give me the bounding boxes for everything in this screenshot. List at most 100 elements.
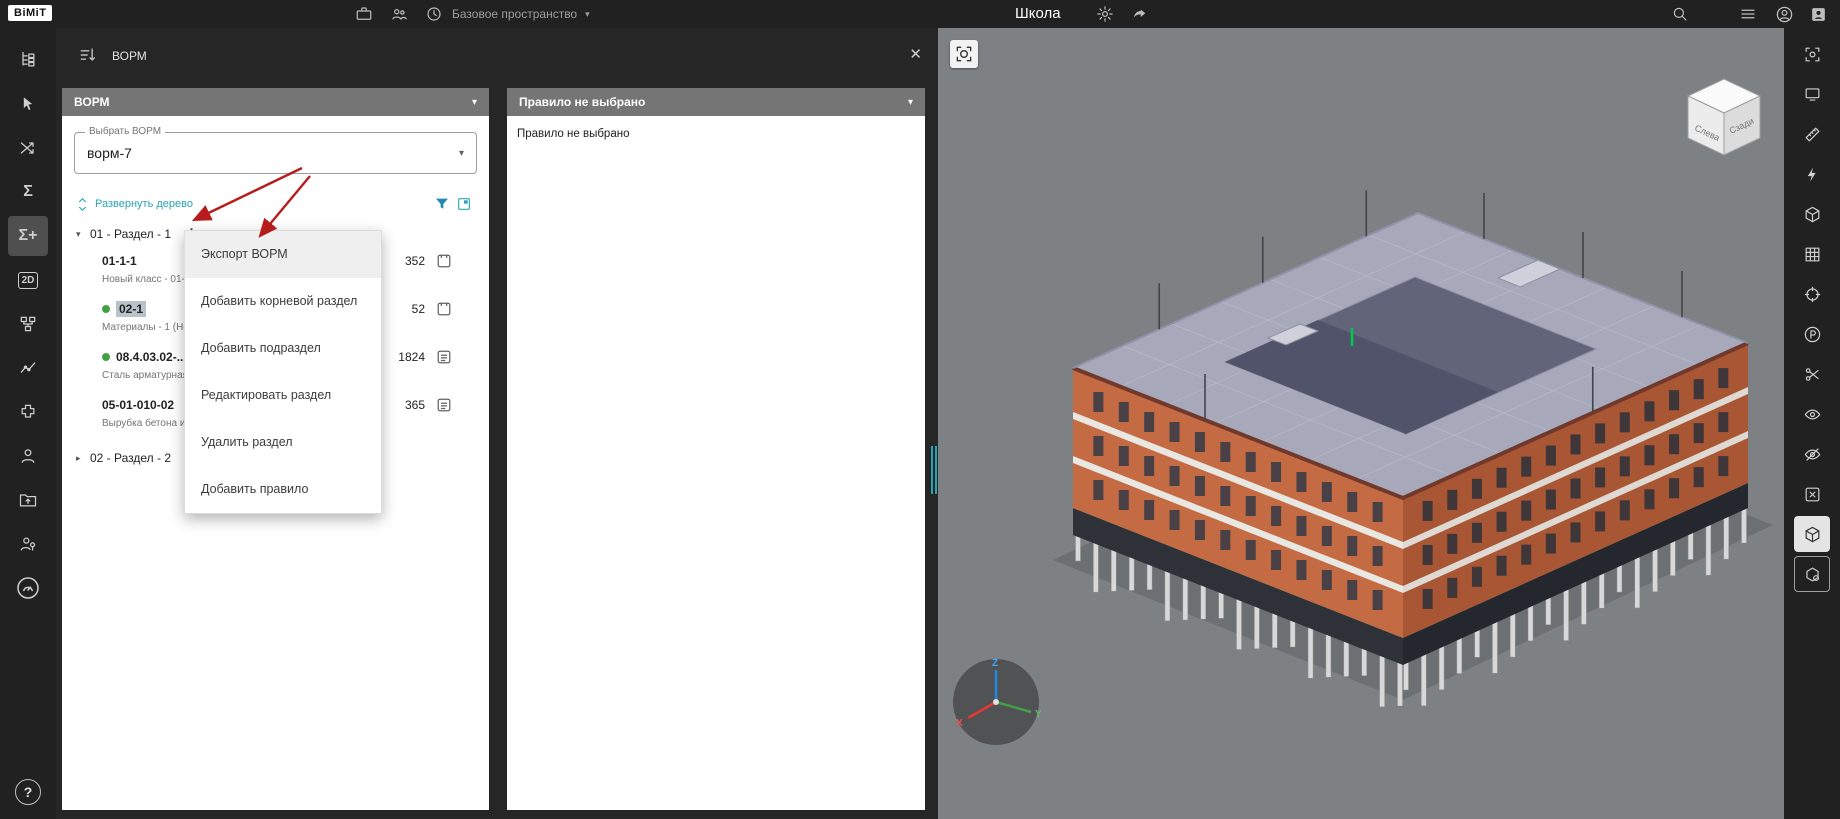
section-context-menu: Экспорт ВОРМ Добавить корневой раздел До… (184, 230, 382, 514)
menu-item-export-vorm[interactable]: Экспорт ВОРМ (185, 231, 381, 278)
menu-item-add-rule[interactable]: Добавить правило (185, 466, 381, 513)
menu-item-delete-section[interactable]: Удалить раздел (185, 419, 381, 466)
building-model[interactable] (938, 28, 1784, 819)
measure-tool[interactable] (1794, 116, 1830, 152)
2d-view-tool[interactable]: 2D (8, 260, 48, 300)
tree-root-label: 01 - Раздел - 1 (90, 227, 172, 241)
triangle-down-icon: ▾ (76, 228, 81, 239)
menu-list-icon[interactable] (1736, 4, 1760, 24)
panels-title: ВОРМ (112, 49, 147, 63)
item-code: 08.4.03.02-... (116, 350, 187, 364)
workspace-select[interactable]: Базовое пространство ▾ (452, 7, 590, 21)
vorm-panel-header[interactable]: ВОРМ ▾ (62, 88, 489, 116)
settings-gear-icon[interactable] (1093, 4, 1117, 24)
right-toolbar (1784, 28, 1840, 819)
rule-panel-message: Правило не выбрано (517, 128, 630, 140)
focus-mode-button[interactable] (950, 40, 978, 68)
menu-item-edit-section[interactable]: Редактировать раздел (185, 372, 381, 419)
expand-tree-label: Развернуть дерево (95, 198, 193, 210)
projects-icon[interactable] (352, 4, 376, 24)
panel-splitter-handle[interactable] (931, 446, 937, 494)
users-tool[interactable] (8, 436, 48, 476)
axis-z-label: Z (992, 658, 998, 669)
item-code: 01-1-1 (102, 254, 137, 268)
3d-viewport[interactable]: Слева Сзади Z X Y (938, 28, 1784, 819)
select-tool[interactable] (8, 84, 48, 124)
vorm-panel: ВОРМ ▾ Выбрать ВОРМ ворм-7 ▾ Развернуть … (62, 88, 489, 810)
filter-icon[interactable] (431, 194, 453, 214)
triangle-right-icon: ▸ (76, 452, 81, 463)
vorm-panel-title: ВОРМ (74, 95, 110, 109)
item-code: 05-01-010-02 (102, 398, 175, 412)
2d-icon: 2D (17, 271, 39, 289)
section-tool[interactable] (1794, 156, 1830, 192)
share-icon[interactable] (1128, 4, 1152, 24)
project-title: Школа (1015, 5, 1061, 22)
gauge-tool[interactable] (8, 568, 48, 608)
panels-header: ВОРМ ✕ (56, 28, 938, 88)
vorm-select[interactable]: Выбрать ВОРМ ворм-7 ▾ (74, 126, 477, 174)
structures-tool[interactable] (8, 304, 48, 344)
application-window: BiMiT Базовое пространство ▾ Школа Σ Σ+ … (0, 0, 1840, 819)
model-tree-tool[interactable] (8, 40, 48, 80)
plugins-tool[interactable] (8, 392, 48, 432)
chevron-down-icon: ▾ (471, 96, 477, 108)
panel-menu-icon[interactable] (78, 45, 98, 70)
vorm-select-value: ворм-7 (87, 145, 132, 161)
menu-item-add-root-section[interactable]: Добавить корневой раздел (185, 278, 381, 325)
parking-circle-tool[interactable] (1794, 316, 1830, 352)
hide-tool[interactable] (1794, 436, 1830, 472)
rule-panel-header[interactable]: Правило не выбрано ▾ (507, 88, 925, 116)
user-location-tool[interactable] (8, 524, 48, 564)
visibility-tool[interactable] (1794, 396, 1830, 432)
target-tool[interactable] (1794, 276, 1830, 312)
focus-frame-tool[interactable] (1794, 36, 1830, 72)
workspace-select-value: Базовое пространство (452, 7, 578, 21)
close-icon[interactable]: ✕ (909, 45, 922, 63)
team-icon[interactable] (387, 4, 411, 24)
export-folder-tool[interactable] (8, 480, 48, 520)
item-code: 02-1 (116, 301, 147, 317)
relations-tool[interactable] (8, 128, 48, 168)
model-settings-tool[interactable] (1794, 556, 1830, 592)
sum-plus-tool[interactable]: Σ+ (8, 216, 48, 256)
rule-panel-title: Правило не выбрано (519, 95, 646, 109)
charts-tool[interactable] (8, 348, 48, 388)
chevron-down-icon: ▾ (458, 147, 464, 159)
app-logo: BiMiT (8, 5, 53, 21)
tree-root-label: 02 - Раздел - 2 (90, 451, 172, 465)
profile-panel-icon[interactable] (1806, 4, 1830, 24)
note-outline-icon[interactable] (425, 253, 463, 269)
account-icon[interactable] (1772, 4, 1796, 24)
sigma-plus-icon: Σ+ (18, 227, 38, 244)
unfold-icon (79, 197, 86, 211)
chevron-down-icon: ▾ (585, 8, 590, 19)
axis-y-label: Y (1035, 709, 1042, 720)
axis-gizmo[interactable]: Z X Y (948, 654, 1044, 750)
menu-item-add-subsection[interactable]: Добавить подраздел (185, 325, 381, 372)
isolate-cube-tool[interactable] (1794, 516, 1830, 552)
sigma-icon: Σ (23, 183, 33, 200)
panel-toggle-icon[interactable] (453, 194, 475, 214)
close-square-tool[interactable] (1794, 476, 1830, 512)
expand-tree-link[interactable]: Развернуть дерево (76, 197, 193, 212)
axis-x-label: X (956, 718, 963, 729)
vorm-select-label: Выбрать ВОРМ (85, 126, 166, 137)
view-cube[interactable]: Слева Сзади (1678, 72, 1770, 164)
status-dot-green (102, 353, 110, 361)
clip-cube-tool[interactable] (1794, 196, 1830, 232)
sum-tool[interactable]: Σ (8, 172, 48, 212)
grid-tool[interactable] (1794, 236, 1830, 272)
top-bar: BiMiT Базовое пространство ▾ Школа (0, 0, 1840, 28)
help-button[interactable]: ? (15, 779, 41, 805)
note-filled-icon[interactable] (425, 349, 463, 365)
search-icon[interactable] (1668, 4, 1692, 24)
views-tool[interactable] (1794, 76, 1830, 112)
note-outline-icon[interactable] (425, 301, 463, 317)
cut-plane-tool[interactable] (1794, 356, 1830, 392)
tree-toolbar: Развернуть дерево (76, 194, 475, 214)
note-filled-icon[interactable] (425, 397, 463, 413)
rule-panel: Правило не выбрано ▾ Правило не выбрано (507, 88, 925, 810)
history-icon[interactable] (422, 4, 446, 24)
status-dot-green (102, 305, 110, 313)
